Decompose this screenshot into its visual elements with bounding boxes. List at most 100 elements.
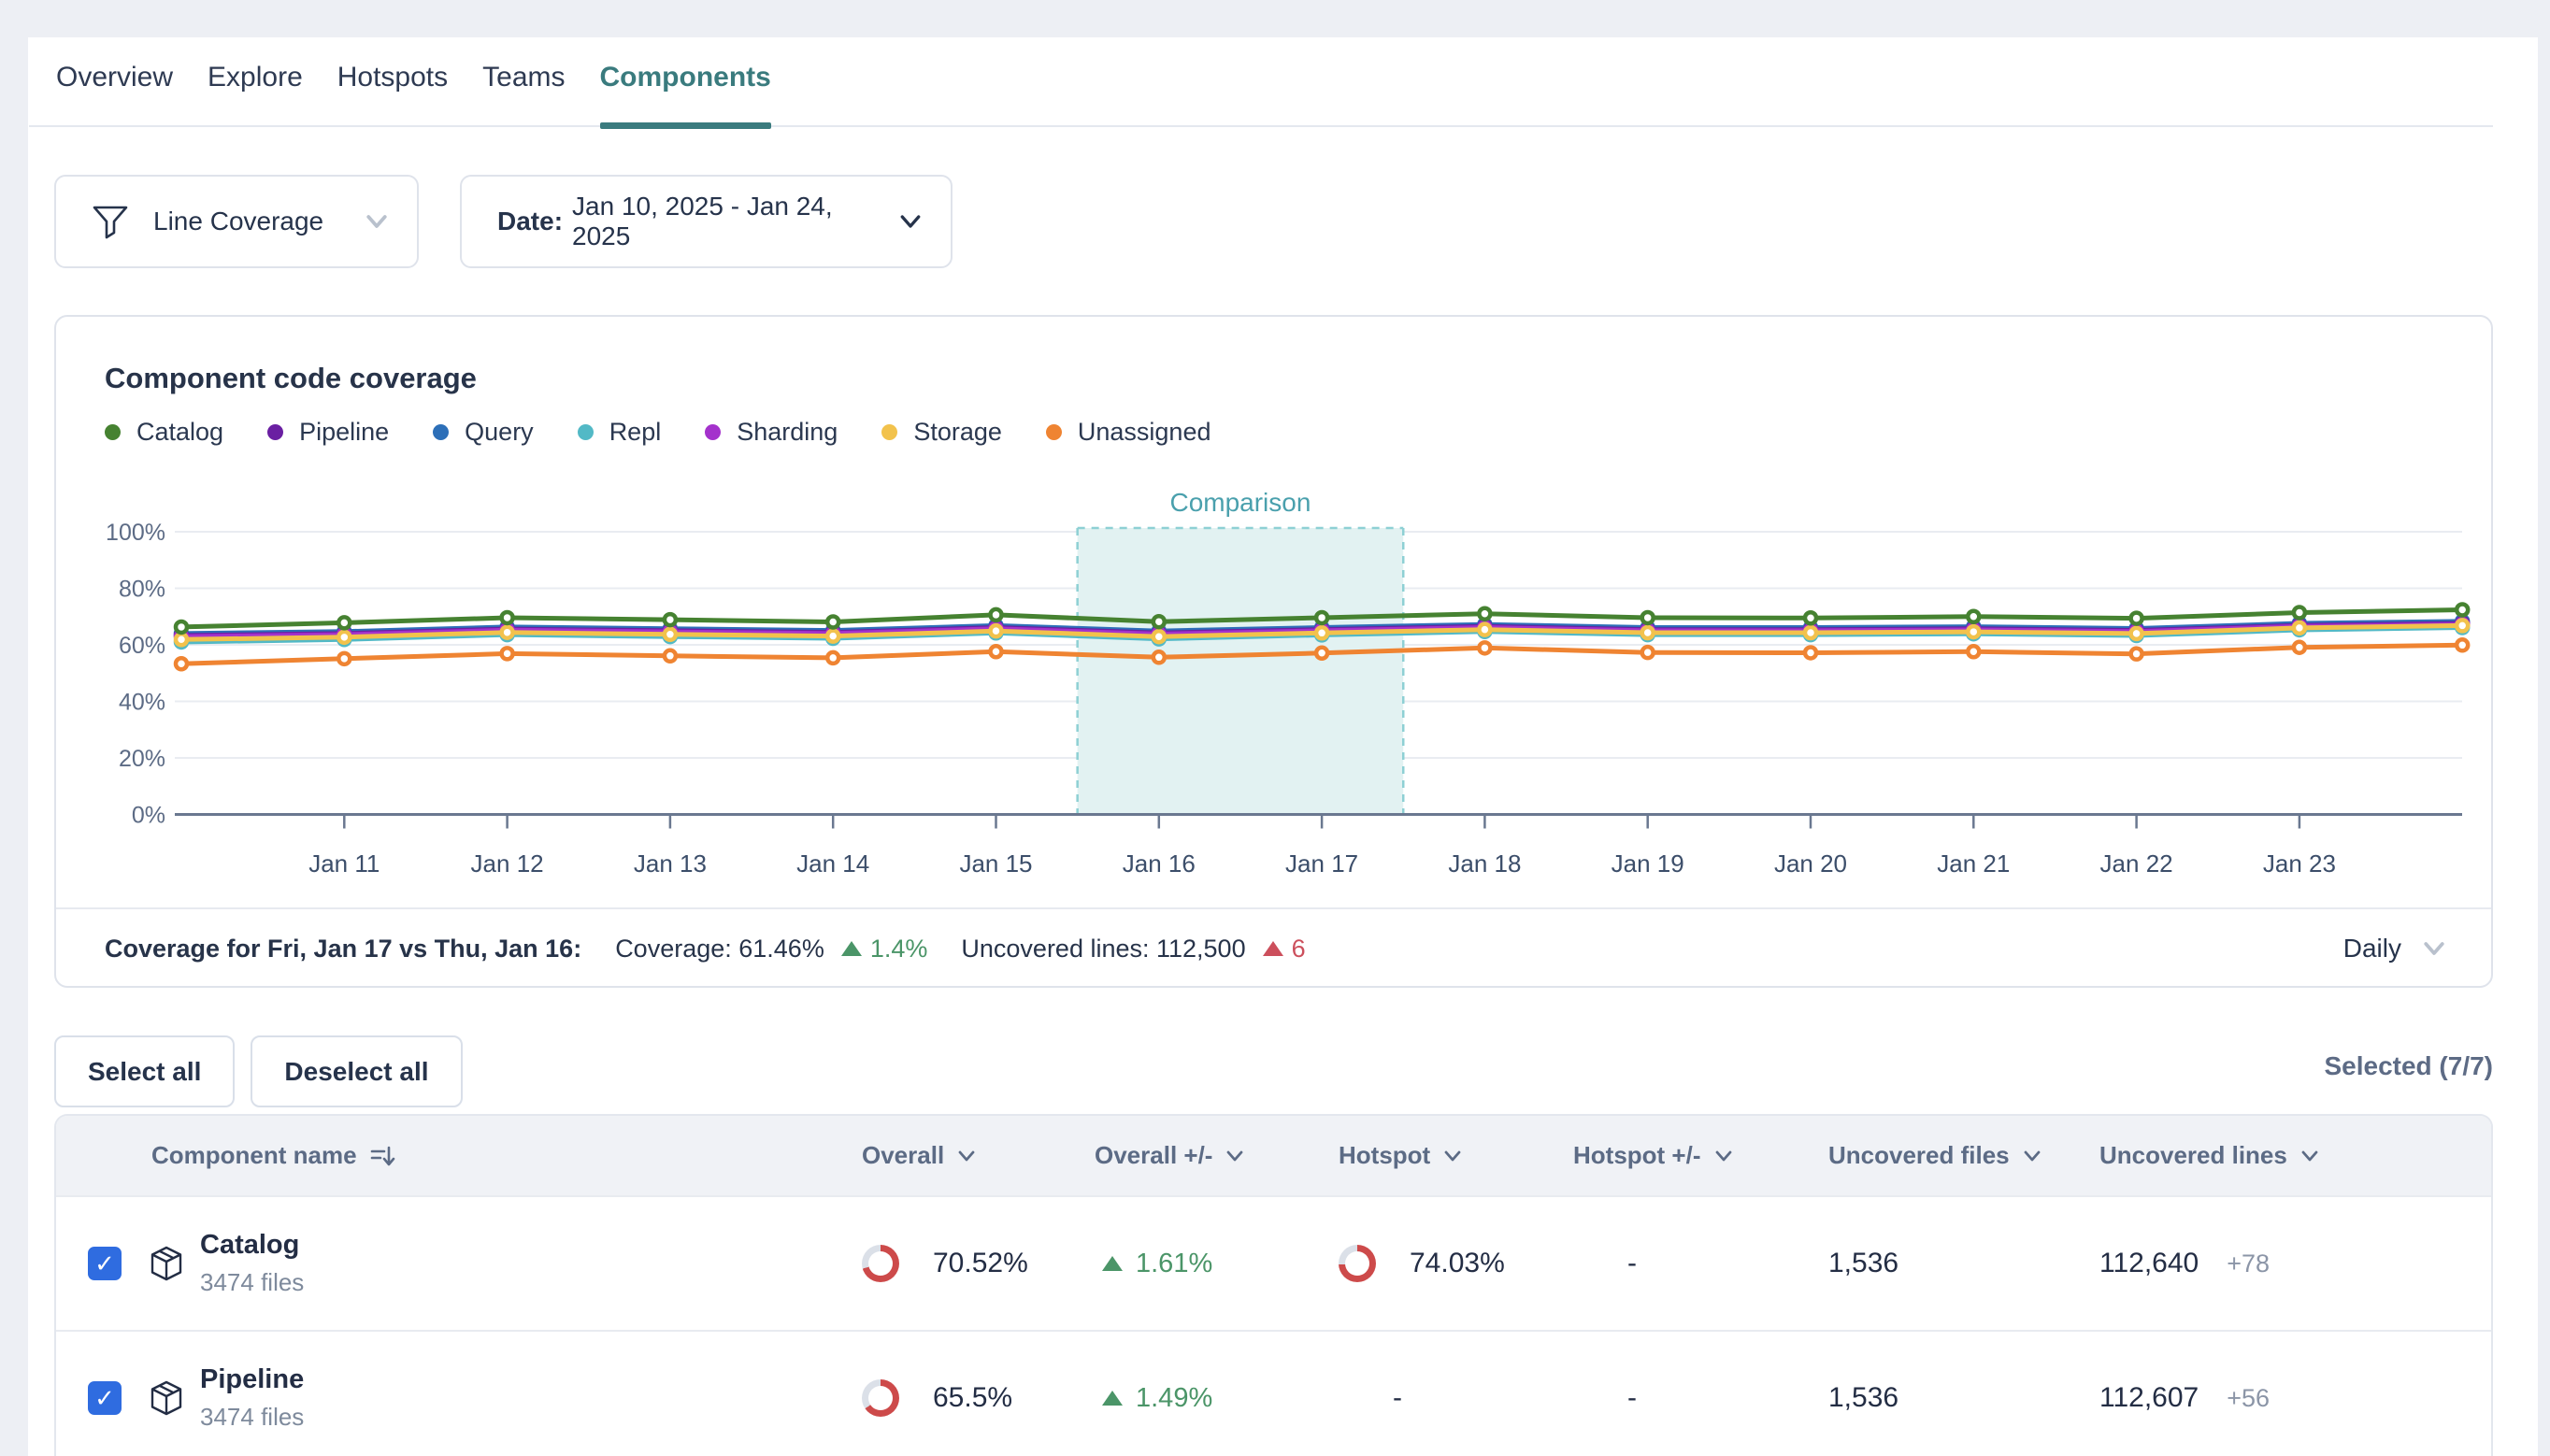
chevron-down-icon — [363, 207, 391, 236]
svg-text:80%: 80% — [119, 577, 165, 603]
legend-item-repl[interactable]: Repl — [578, 418, 662, 447]
row-checkbox[interactable]: ✓ — [88, 1247, 122, 1280]
column-hotspot[interactable]: Hotspot — [1339, 1141, 1573, 1170]
legend-dot-icon — [578, 424, 594, 440]
granularity-dropdown[interactable]: Daily — [2343, 934, 2448, 964]
overall-delta-value: 1.49% — [1136, 1383, 1212, 1414]
legend-item-sharding[interactable]: Sharding — [705, 418, 838, 447]
legend-item-catalog[interactable]: Catalog — [105, 418, 223, 447]
column-overall[interactable]: Overall — [862, 1141, 1095, 1170]
date-range-value: Jan 10, 2025 - Jan 24, 2025 — [572, 192, 896, 251]
legend-item-query[interactable]: Query — [433, 418, 534, 447]
uncovered-files-value: 1,536 — [1828, 1248, 2099, 1279]
up-triangle-green-icon — [1102, 1256, 1123, 1271]
component-name[interactable]: Pipeline — [200, 1364, 304, 1395]
svg-text:Jan 15: Jan 15 — [959, 849, 1032, 878]
svg-text:Jan 12: Jan 12 — [471, 849, 544, 878]
legend-label: Sharding — [737, 418, 838, 447]
column-uncovered-lines[interactable]: Uncovered lines — [2099, 1141, 2493, 1170]
legend-dot-icon — [881, 424, 897, 440]
package-icon — [147, 1378, 186, 1418]
uncovered-lines-value: 112,607 — [2099, 1382, 2199, 1414]
svg-text:Comparison: Comparison — [1169, 488, 1311, 517]
component-name[interactable]: Catalog — [200, 1230, 304, 1261]
legend-dot-icon — [1046, 424, 1062, 440]
chart-title: Component code coverage — [105, 362, 477, 395]
coverage-type-dropdown[interactable]: Line Coverage — [54, 175, 419, 268]
legend-dot-icon — [705, 424, 721, 440]
coverage-value: Coverage: 61.46% — [615, 935, 824, 964]
tab-components[interactable]: Components — [600, 37, 771, 127]
up-triangle-green-icon — [1102, 1391, 1123, 1406]
legend-item-unassigned[interactable]: Unassigned — [1046, 418, 1211, 447]
svg-text:40%: 40% — [119, 690, 165, 716]
comparison-dates-label: Coverage for Fri, Jan 17 vs Thu, Jan 16: — [105, 935, 581, 964]
date-prefix-label: Date: — [497, 207, 563, 236]
hotspot-coverage-donut — [1339, 1245, 1376, 1282]
overall-delta-value: 1.61% — [1136, 1249, 1212, 1279]
legend-dot-icon — [105, 424, 121, 440]
date-range-dropdown[interactable]: Date: Jan 10, 2025 - Jan 24, 2025 — [460, 175, 953, 268]
uncovered-lines-value: 112,640 — [2099, 1248, 2199, 1279]
column-component-name[interactable]: Component name — [140, 1141, 862, 1170]
legend-dot-icon — [267, 424, 283, 440]
table-header-row: Component name Overall Overall +/- Hotsp… — [56, 1116, 2491, 1195]
main-panel: Overview Explore Hotspots Teams Componen… — [28, 37, 2538, 1456]
chevron-down-icon — [1224, 1145, 1246, 1167]
legend-label: Unassigned — [1078, 418, 1211, 447]
chevron-down-icon — [896, 207, 924, 236]
svg-text:Jan 20: Jan 20 — [1774, 849, 1847, 878]
legend-label: Catalog — [136, 418, 223, 447]
table-row: ✓ Pipeline 3474 files 65.5% 1.49% — [56, 1330, 2491, 1456]
overall-coverage-value: 70.52% — [933, 1248, 1028, 1279]
hotspot-delta-value: - — [1573, 1382, 1828, 1414]
hotspot-coverage-value: - — [1339, 1382, 1573, 1414]
hotspot-delta-value: - — [1573, 1248, 1828, 1279]
uncovered-lines-value: Uncovered lines: 112,500 — [961, 935, 1245, 964]
funnel-icon — [90, 201, 131, 242]
deselect-all-button[interactable]: Deselect all — [251, 1035, 462, 1107]
legend-item-storage[interactable]: Storage — [881, 418, 1002, 447]
svg-text:Jan 13: Jan 13 — [634, 849, 707, 878]
svg-text:60%: 60% — [119, 633, 165, 659]
svg-text:20%: 20% — [119, 746, 165, 772]
tab-bar: Overview Explore Hotspots Teams Componen… — [29, 37, 2493, 127]
legend-label: Pipeline — [299, 418, 389, 447]
component-file-count: 3474 files — [200, 1403, 304, 1432]
chevron-down-icon — [2299, 1145, 2321, 1167]
column-hotspot-delta[interactable]: Hotspot +/- — [1573, 1141, 1828, 1170]
table-row: ✓ Catalog 3474 files 70.52% 1.61% — [56, 1195, 2491, 1330]
tab-list: Overview Explore Hotspots Teams Componen… — [29, 37, 2493, 127]
chevron-down-icon — [1441, 1145, 1464, 1167]
app-screen: Overview Explore Hotspots Teams Componen… — [0, 0, 2550, 1456]
uncovered-lines-delta: +78 — [2227, 1249, 2270, 1278]
chevron-down-icon — [2021, 1145, 2043, 1167]
legend-item-pipeline[interactable]: Pipeline — [267, 418, 389, 447]
tab-overview[interactable]: Overview — [56, 37, 173, 127]
row-checkbox[interactable]: ✓ — [88, 1381, 122, 1415]
column-uncovered-files[interactable]: Uncovered files — [1828, 1141, 2099, 1170]
tab-explore[interactable]: Explore — [208, 37, 303, 127]
column-overall-delta[interactable]: Overall +/- — [1095, 1141, 1339, 1170]
selection-controls: Select all Deselect all — [54, 1035, 463, 1107]
overall-coverage-value: 65.5% — [933, 1382, 1012, 1414]
select-all-button[interactable]: Select all — [54, 1035, 235, 1107]
coverage-delta: 1.4% — [870, 935, 928, 964]
chevron-down-icon — [1712, 1145, 1735, 1167]
tab-hotspots[interactable]: Hotspots — [337, 37, 448, 127]
component-file-count: 3474 files — [200, 1268, 304, 1297]
svg-text:Jan 23: Jan 23 — [2263, 849, 2336, 878]
uncovered-lines-delta: 6 — [1292, 935, 1306, 964]
chevron-down-icon — [2420, 935, 2448, 963]
filter-row: Line Coverage Date: Jan 10, 2025 - Jan 2… — [54, 175, 953, 268]
sort-descending-icon — [368, 1142, 396, 1170]
legend-label: Repl — [609, 418, 662, 447]
chevron-down-icon — [955, 1145, 978, 1167]
svg-text:0%: 0% — [132, 803, 165, 829]
legend-dot-icon — [433, 424, 449, 440]
selected-count-label: Selected (7/7) — [2324, 1051, 2493, 1081]
coverage-line-chart[interactable]: 0%20%40%60%80%100%ComparisonJan 11Jan 12… — [56, 317, 2491, 907]
granularity-value: Daily — [2343, 934, 2401, 964]
comparison-summary-bar: Coverage for Fri, Jan 17 vs Thu, Jan 16:… — [56, 907, 2491, 988]
tab-teams[interactable]: Teams — [482, 37, 565, 127]
